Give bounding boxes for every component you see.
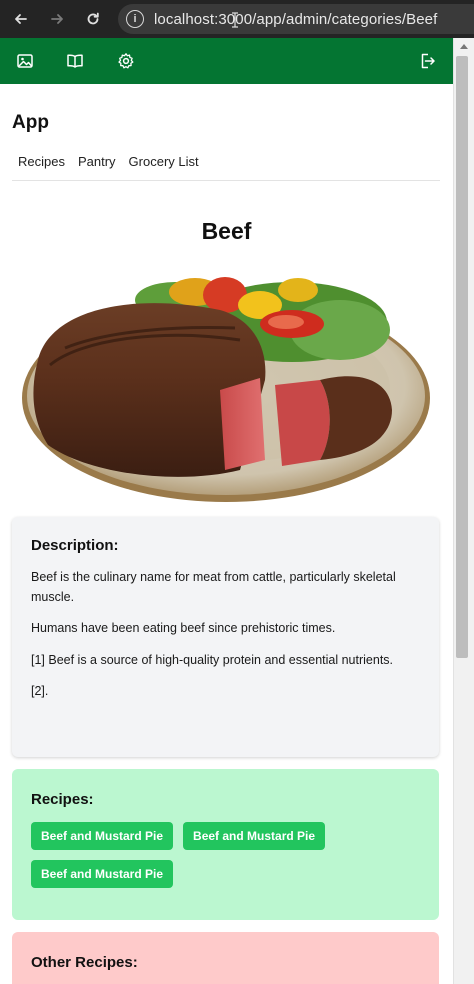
back-arrow-icon [15, 14, 27, 24]
recipes-list: Beef and Mustard Pie Beef and Mustard Pi… [31, 822, 371, 888]
recipes-heading: Recipes: [31, 791, 94, 808]
book-icon[interactable] [66, 52, 84, 70]
logout-icon[interactable] [418, 52, 436, 70]
category-image [22, 277, 430, 502]
text-cursor-icon [232, 12, 238, 28]
main-nav: Recipes Pantry Grocery List [12, 154, 440, 181]
reload-icon [87, 12, 99, 25]
nav-recipes[interactable]: Recipes [18, 154, 65, 180]
page-scrollbar[interactable] [453, 38, 474, 984]
other-recipes-card: Other Recipes: [12, 932, 439, 984]
description-heading: Description: [31, 537, 119, 554]
forward-button[interactable] [42, 4, 72, 34]
nav-pantry[interactable]: Pantry [78, 154, 116, 180]
description-paragraph: Humans have been eating beef since prehi… [31, 621, 336, 635]
nav-grocery-list[interactable]: Grocery List [129, 154, 199, 180]
category-title: Beef [201, 218, 252, 244]
browser-toolbar: i localhost:3000/app/admin/categories/Be… [0, 0, 474, 38]
site-info-icon[interactable]: i [126, 10, 144, 28]
other-recipes-heading: Other Recipes: [31, 954, 138, 971]
description-paragraph: [1] Beef is a source of high-quality pro… [31, 652, 394, 667]
address-bar[interactable]: i localhost:3000/app/admin/categories/Be… [118, 4, 474, 34]
description-paragraph: [2]. [31, 684, 49, 698]
description-card: Description: Beef is the culinary name f… [12, 517, 439, 757]
recipe-button[interactable]: Beef and Mustard Pie [183, 822, 326, 850]
gear-icon[interactable] [117, 52, 135, 70]
app-header [0, 38, 453, 84]
reload-button[interactable] [78, 4, 108, 34]
url-text: localhost:3000/app/admin/categories/Beef [154, 10, 438, 28]
recipes-card: Recipes: Beef and Mustard Pie Beef and M… [12, 769, 439, 920]
scrollbar-thumb[interactable] [456, 56, 468, 658]
scroll-up-arrow-icon[interactable] [460, 44, 468, 49]
image-icon[interactable] [16, 52, 34, 70]
app-title: App [12, 112, 49, 133]
recipe-button[interactable]: Beef and Mustard Pie [31, 860, 174, 888]
forward-arrow-icon [51, 14, 63, 24]
recipe-button[interactable]: Beef and Mustard Pie [31, 822, 174, 850]
back-button[interactable] [6, 4, 36, 34]
page-content: App Recipes Pantry Grocery List Beef Des… [0, 84, 453, 984]
description-paragraph: Beef is the culinary name for meat from … [31, 570, 396, 604]
